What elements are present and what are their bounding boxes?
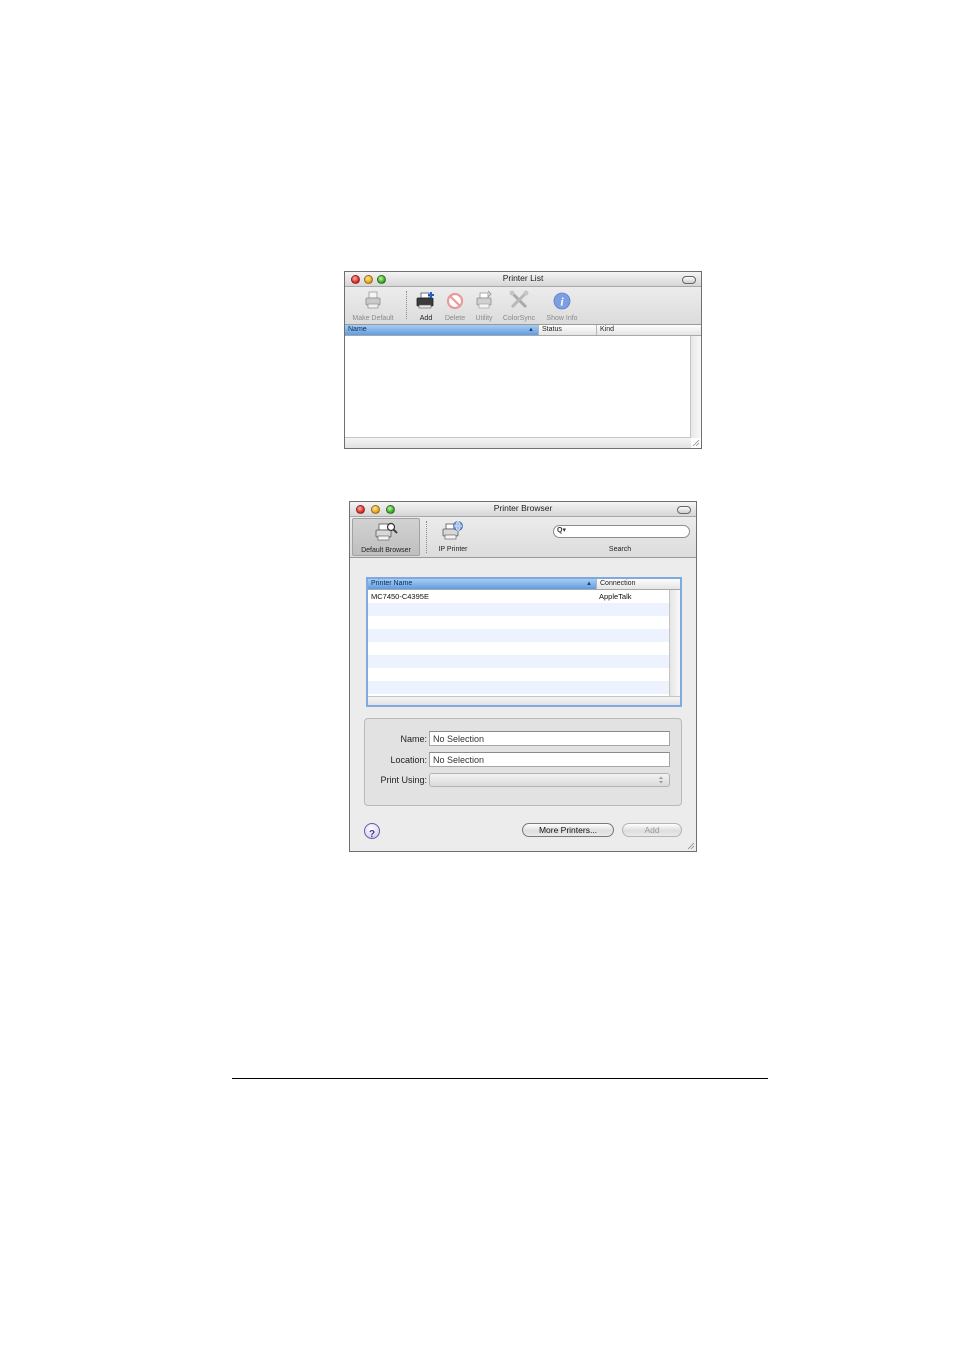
printer-utility-icon: [476, 290, 492, 309]
delete-icon: [446, 292, 464, 310]
add-button[interactable]: Add: [622, 823, 682, 837]
empty-row: [368, 668, 670, 681]
empty-row: [368, 642, 670, 655]
search-field[interactable]: Q▾: [553, 525, 690, 538]
status-column-header[interactable]: Status: [538, 325, 596, 335]
location-field[interactable]: No Selection: [429, 752, 670, 767]
empty-row: [368, 629, 670, 642]
colorsync-tools-icon: [509, 290, 529, 309]
ip-printer-label: IP Printer: [438, 546, 468, 553]
printer-table-header: Printer Name ▲ Connection: [368, 579, 680, 590]
printer-browser-window: Printer Browser Default Browser IP Print…: [349, 501, 697, 852]
resize-grip-icon[interactable]: [691, 438, 700, 447]
more-printers-button[interactable]: More Printers...: [522, 823, 614, 837]
popup-arrows-icon: [659, 776, 663, 784]
vertical-scrollbar[interactable]: [669, 590, 680, 697]
vertical-scrollbar[interactable]: [690, 336, 701, 438]
ip-printer-button[interactable]: IP Printer: [438, 518, 468, 556]
empty-row: [368, 655, 670, 668]
add-printer-icon: [416, 292, 434, 309]
colorsync-button[interactable]: ColorSync: [503, 289, 535, 322]
printer-name-column-header[interactable]: Printer Name ▲: [368, 579, 596, 589]
connection-cell: AppleTalk: [599, 592, 632, 601]
toolbar-toggle-button[interactable]: [677, 506, 691, 514]
show-info-label: Show Info: [546, 315, 578, 322]
toolbar-separator: [426, 521, 427, 553]
empty-row: [368, 681, 670, 694]
colorsync-label: ColorSync: [502, 315, 536, 322]
printer-list-titlebar[interactable]: Printer List: [345, 272, 701, 287]
resize-grip-icon[interactable]: [686, 841, 695, 850]
location-label: Location:: [390, 755, 427, 765]
connection-column-header[interactable]: Connection: [596, 579, 670, 589]
ip-printer-globe-icon: [442, 521, 463, 540]
kind-column-header[interactable]: Kind: [596, 325, 691, 335]
printer-list-table[interactable]: [345, 336, 691, 438]
name-label: Name:: [400, 734, 427, 744]
print-using-popup[interactable]: [429, 773, 670, 787]
printer-name-column-label: Printer Name: [371, 580, 413, 587]
horizontal-scrollbar[interactable]: [368, 696, 680, 705]
printer-table[interactable]: Printer Name ▲ Connection MC7450-C4395E …: [366, 577, 682, 707]
printer-list-table-header: Name ▲ Status Kind: [345, 325, 701, 336]
show-info-button[interactable]: i Show Info: [546, 289, 578, 322]
printer-browser-titlebar[interactable]: Printer Browser: [350, 502, 696, 517]
printer-list-toolbar: Make Default Add Delete Utility ColorSyn…: [345, 287, 701, 325]
help-icon: ?: [368, 829, 376, 840]
make-default-button[interactable]: Make Default: [352, 289, 394, 322]
printer-name-cell: MC7450-C4395E: [371, 592, 429, 601]
utility-button[interactable]: Utility: [473, 289, 495, 322]
table-row[interactable]: MC7450-C4395E AppleTalk: [368, 590, 670, 603]
sort-ascending-icon: ▲: [528, 327, 534, 333]
window-title: Printer List: [502, 273, 544, 283]
printer-list-window: Printer List Make Default Add Delete Uti…: [344, 271, 702, 449]
print-using-label: Print Using:: [380, 775, 427, 785]
empty-row: [368, 603, 670, 616]
sort-ascending-icon: ▲: [586, 581, 592, 587]
name-column-header[interactable]: Name ▲: [345, 325, 538, 335]
search-label: Search: [608, 546, 632, 553]
info-icon: i: [553, 292, 571, 310]
empty-row: [368, 616, 670, 629]
status-column-label: Status: [542, 326, 562, 333]
make-default-label: Make Default: [352, 315, 394, 322]
default-browser-button[interactable]: Default Browser: [352, 518, 420, 556]
printer-icon: [365, 291, 381, 309]
printer-magnifier-icon: [375, 522, 398, 541]
toolbar-toggle-button[interactable]: [682, 276, 696, 284]
search-icon: Q▾: [557, 527, 566, 534]
printer-browser-toolbar: Default Browser IP Printer Q▾ Search: [350, 517, 696, 558]
printer-details-group: Name: No Selection Location: No Selectio…: [364, 718, 682, 806]
page-footer-rule: [232, 1078, 768, 1079]
horizontal-scrollbar[interactable]: [345, 437, 691, 448]
name-column-label: Name: [348, 326, 367, 333]
kind-column-label: Kind: [600, 326, 615, 333]
name-field[interactable]: No Selection: [429, 731, 670, 746]
default-browser-label: Default Browser: [361, 547, 411, 554]
connection-column-label: Connection: [600, 580, 636, 587]
help-button[interactable]: ?: [364, 823, 380, 840]
printer-table-body: MC7450-C4395E AppleTalk: [368, 590, 670, 697]
window-title: Printer Browser: [493, 503, 553, 513]
